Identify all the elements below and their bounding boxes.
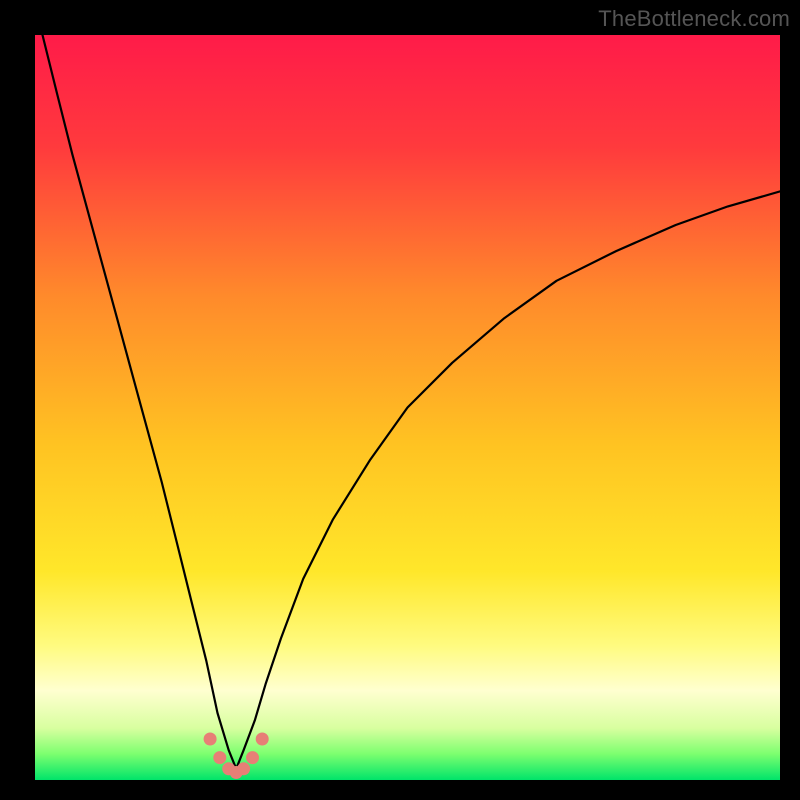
chart-svg [35, 35, 780, 780]
trough-marker [237, 762, 250, 775]
trough-marker [256, 733, 269, 746]
outer-frame: TheBottleneck.com [0, 0, 800, 800]
trough-marker [213, 751, 226, 764]
trough-marker [246, 751, 259, 764]
trough-marker [204, 733, 217, 746]
plot-area [35, 35, 780, 780]
watermark-text: TheBottleneck.com [598, 6, 790, 32]
